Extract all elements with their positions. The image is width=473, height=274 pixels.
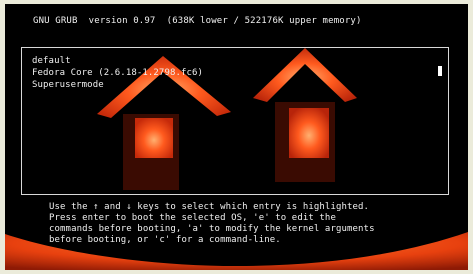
boot-entry-superusermode[interactable]: Superusermode xyxy=(32,79,203,91)
grub-screen: GNU GRUB version 0.97 (638K lower / 5221… xyxy=(5,4,468,270)
menu-scroll-indicator xyxy=(438,66,442,76)
grub-header: GNU GRUB version 0.97 (638K lower / 5221… xyxy=(33,16,362,26)
help-line: commands before booting, 'a' to modify t… xyxy=(49,224,375,234)
boot-entry-list[interactable]: default Fedora Core (2.6.18-1.2798.fc6) … xyxy=(32,55,203,91)
boot-entry-default[interactable]: default xyxy=(32,55,203,67)
help-line: Press enter to boot the selected OS, 'e'… xyxy=(49,213,336,223)
boot-menu[interactable]: default Fedora Core (2.6.18-1.2798.fc6) … xyxy=(21,47,449,195)
help-line: before booting, or 'c' for a command-lin… xyxy=(49,235,281,245)
help-line: Use the ↑ and ↓ keys to select which ent… xyxy=(49,202,370,212)
help-text: Use the ↑ and ↓ keys to select which ent… xyxy=(49,202,375,246)
boot-entry-fedora-core[interactable]: Fedora Core (2.6.18-1.2798.fc6) xyxy=(32,67,203,79)
